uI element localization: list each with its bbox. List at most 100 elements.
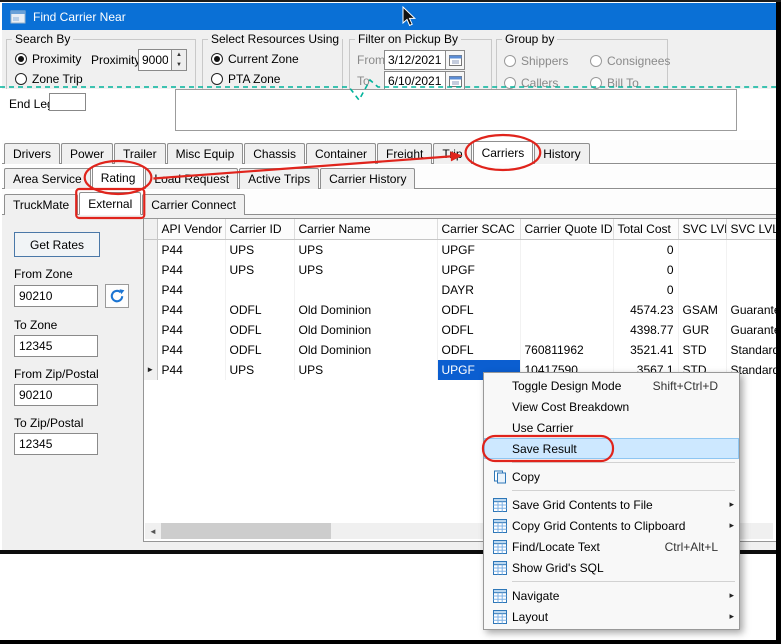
column-header-carrier-scac[interactable]: Carrier SCAC [437, 219, 520, 240]
cell[interactable]: UPS [294, 260, 437, 280]
proximity-spin-buttons[interactable]: ▲ ▼ [172, 49, 187, 71]
cell[interactable]: 3521.41 [613, 340, 678, 360]
tab-external[interactable]: External [79, 192, 141, 215]
tab-carrier-history[interactable]: Carrier History [320, 168, 415, 189]
column-header-carrier-quote-id[interactable]: Carrier Quote ID [520, 219, 613, 240]
pickup-to-date-input[interactable] [384, 71, 446, 89]
cell[interactable]: ODFL [225, 320, 294, 340]
cell[interactable]: UPGF [437, 260, 520, 280]
cell[interactable]: DAYR [437, 280, 520, 300]
cell[interactable] [678, 240, 726, 261]
search-by-option-proximity[interactable]: Proximity [15, 49, 83, 69]
cell[interactable]: STD [678, 340, 726, 360]
pickup-from-calendar-button[interactable] [446, 50, 465, 70]
tab-carriers[interactable]: Carriers [473, 141, 534, 164]
group-by-option-callers[interactable]: Callers [504, 73, 590, 89]
tab-drivers[interactable]: Drivers [4, 143, 60, 164]
cell[interactable]: UPS [225, 360, 294, 380]
input-from-zip-postal[interactable] [14, 384, 98, 406]
cell[interactable]: ODFL [437, 320, 520, 340]
titlebar[interactable]: Find Carrier Near [2, 3, 776, 30]
cell[interactable] [678, 280, 726, 300]
menu-item-copy[interactable]: Copy [484, 466, 739, 487]
cell[interactable] [726, 260, 777, 280]
menu-item-layout[interactable]: Layout▸ [484, 606, 739, 627]
cell[interactable]: P44 [157, 340, 225, 360]
column-header-carrier-id[interactable]: Carrier ID [225, 219, 294, 240]
cell[interactable]: 0 [613, 240, 678, 261]
cell[interactable]: UPS [225, 260, 294, 280]
cell[interactable] [225, 280, 294, 300]
cell[interactable]: UPS [225, 240, 294, 261]
menu-item-save-grid-contents-to-file[interactable]: Save Grid Contents to File▸ [484, 494, 739, 515]
resources-option-pta-zone[interactable]: PTA Zone [211, 69, 299, 89]
cell[interactable] [726, 240, 777, 261]
group-by-option-shippers[interactable]: Shippers [504, 51, 590, 71]
cell[interactable]: P44 [157, 300, 225, 320]
menu-item-navigate[interactable]: Navigate▸ [484, 585, 739, 606]
cell[interactable] [520, 260, 613, 280]
cell[interactable]: 0 [613, 260, 678, 280]
group-by-option-bill-to[interactable]: Bill To [590, 73, 670, 89]
tab-carrier-connect[interactable]: Carrier Connect [142, 194, 245, 215]
menu-item-view-cost-breakdown[interactable]: View Cost Breakdown [484, 396, 739, 417]
cell[interactable]: P44 [157, 360, 225, 380]
resources-option-current-zone[interactable]: Current Zone [211, 49, 299, 69]
refresh-rates-button[interactable] [105, 284, 129, 308]
cell[interactable] [678, 260, 726, 280]
input-to-zip-postal[interactable] [14, 433, 98, 455]
group-by-option-consignees[interactable]: Consignees [590, 51, 670, 71]
cell[interactable] [520, 240, 613, 261]
column-header-carrier-name[interactable]: Carrier Name [294, 219, 437, 240]
spin-down-icon[interactable]: ▼ [172, 60, 186, 70]
cell[interactable]: P44 [157, 320, 225, 340]
detail-box[interactable] [175, 89, 737, 131]
tab-chassis[interactable]: Chassis [244, 143, 305, 164]
cell[interactable]: GUR [678, 320, 726, 340]
scroll-left-button[interactable]: ◄ [145, 523, 161, 539]
cell[interactable]: 760811962 [520, 340, 613, 360]
menu-item-copy-grid-contents-to-clipboard[interactable]: Copy Grid Contents to Clipboard▸ [484, 515, 739, 536]
cell[interactable]: UPS [294, 240, 437, 261]
tab-area-service[interactable]: Area Service [4, 168, 91, 189]
cell[interactable]: Old Dominion [294, 300, 437, 320]
pickup-to-calendar-button[interactable] [446, 71, 465, 89]
column-header-api-vendor-id[interactable]: API Vendor ID [157, 219, 225, 240]
tab-freight[interactable]: Freight [377, 143, 432, 164]
cell[interactable]: ODFL [437, 300, 520, 320]
input-to-zone[interactable] [14, 335, 98, 357]
column-header-svc-lvl[interactable]: SVC LVL [678, 219, 726, 240]
cell[interactable]: Guarante [726, 300, 777, 320]
tab-active-trips[interactable]: Active Trips [239, 168, 319, 189]
tab-history[interactable]: History [534, 143, 589, 164]
cell[interactable]: UPS [294, 360, 437, 380]
cell[interactable]: P44 [157, 260, 225, 280]
menu-item-show-grid-s-sql[interactable]: Show Grid's SQL [484, 557, 739, 578]
tab-rating[interactable]: Rating [92, 166, 145, 189]
cell[interactable] [520, 280, 613, 300]
column-header-svc-lvl-d[interactable]: SVC LVL D [726, 219, 777, 240]
menu-item-save-result[interactable]: Save Result [484, 438, 739, 459]
search-by-option-zone-trip[interactable]: Zone Trip [15, 69, 83, 89]
get-rates-button[interactable]: Get Rates [14, 232, 100, 257]
proximity-input[interactable] [138, 49, 172, 71]
cell[interactable]: Standard [726, 340, 777, 360]
tab-container[interactable]: Container [306, 143, 376, 164]
tab-power[interactable]: Power [61, 143, 113, 164]
menu-item-use-carrier[interactable]: Use Carrier [484, 417, 739, 438]
cell[interactable] [520, 300, 613, 320]
spin-up-icon[interactable]: ▲ [172, 50, 186, 60]
tab-trailer[interactable]: Trailer [114, 143, 166, 164]
menu-item-toggle-design-mode[interactable]: Toggle Design ModeShift+Ctrl+D [484, 375, 739, 396]
pickup-from-date-input[interactable] [384, 50, 446, 70]
cell[interactable]: 0 [613, 280, 678, 300]
tab-load-request[interactable]: Load Request [145, 168, 238, 189]
cell[interactable]: P44 [157, 280, 225, 300]
cell[interactable]: ODFL [437, 340, 520, 360]
menu-item-find-locate-text[interactable]: Find/Locate TextCtrl+Alt+L [484, 536, 739, 557]
cell[interactable]: GSAM [678, 300, 726, 320]
cell[interactable] [294, 280, 437, 300]
cell[interactable]: UPGF [437, 240, 520, 261]
input-from-zone[interactable] [14, 285, 98, 307]
scroll-thumb[interactable] [161, 523, 331, 539]
